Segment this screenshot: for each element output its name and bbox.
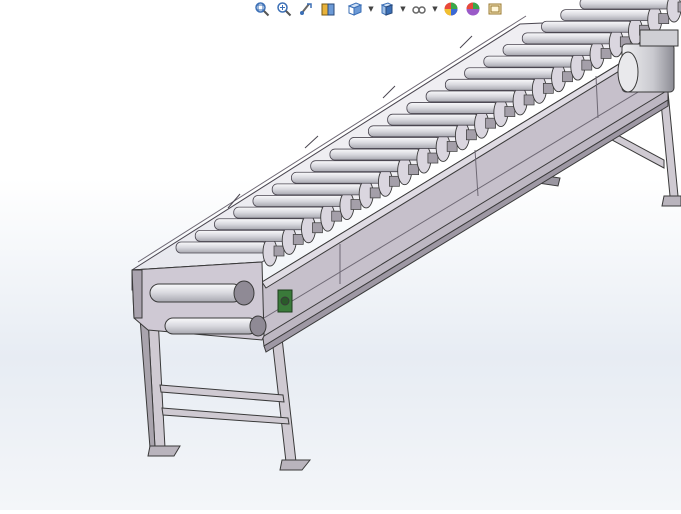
view-settings-icon [488,3,502,15]
zoom-to-area-button[interactable] [274,0,294,18]
hide-show-items-icon [412,6,426,14]
apply-scene-icon [466,2,480,16]
previous-view-icon [300,3,312,15]
display-style-icon [380,2,394,16]
conveyor-model[interactable] [0,0,681,510]
previous-view-button[interactable] [296,0,316,18]
section-view-icon [321,3,335,16]
section-view-button[interactable] [318,0,338,18]
view-settings-button[interactable] [485,0,505,18]
hide-show-items-button[interactable] [409,0,429,18]
view-orientation-icon [347,2,363,16]
display-style-button[interactable] [377,0,397,18]
edit-appearance-button[interactable] [441,0,461,18]
zoom-to-fit-icon [255,2,270,17]
graphics-viewport[interactable]: ▼ ▼ ▼ [0,0,681,510]
display-style-dropdown-icon[interactable]: ▼ [399,0,407,18]
view-orientation-dropdown-icon[interactable]: ▼ [367,0,375,18]
zoom-to-area-icon [277,2,292,17]
hide-show-items-dropdown-icon[interactable]: ▼ [431,0,439,18]
edit-appearance-icon [444,2,458,16]
apply-scene-button[interactable] [463,0,483,18]
heads-up-view-toolbar: ▼ ▼ ▼ [252,0,505,18]
view-orientation-button[interactable] [345,0,365,18]
zoom-to-fit-button[interactable] [252,0,272,18]
